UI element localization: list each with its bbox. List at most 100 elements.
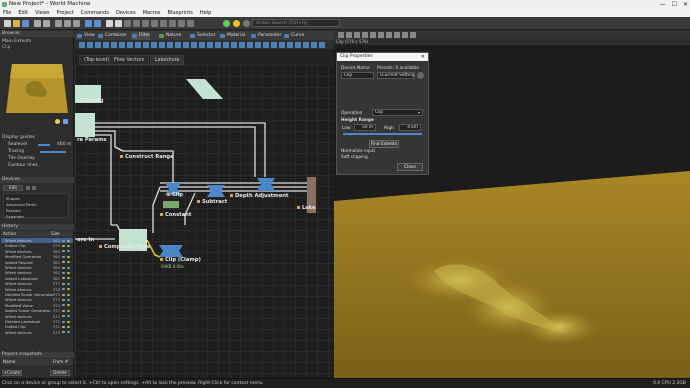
extents-icon[interactable] bbox=[133, 20, 140, 27]
node-subtract[interactable]: Subtract bbox=[197, 199, 227, 205]
palette-device-icon[interactable] bbox=[79, 42, 85, 48]
history-row[interactable]: Wired devices 377 bbox=[1, 281, 73, 286]
sealevel-slider[interactable] bbox=[38, 144, 50, 146]
device-item-expander[interactable]: Expander bbox=[6, 214, 24, 219]
minimize-button[interactable]: — bbox=[660, 0, 666, 9]
palette-device-icon[interactable] bbox=[167, 42, 173, 48]
preview-tool-icon[interactable] bbox=[346, 32, 352, 38]
palette-device-icon[interactable] bbox=[231, 42, 237, 48]
height-range-slider[interactable] bbox=[343, 133, 422, 135]
palette-device-icon[interactable] bbox=[87, 42, 93, 48]
node-constant[interactable]: Constant bbox=[160, 212, 191, 218]
menu-help[interactable]: Help bbox=[200, 9, 211, 17]
history-row[interactable]: Wired devices 376 bbox=[1, 287, 73, 292]
settings-icon[interactable] bbox=[124, 20, 131, 27]
palette-device-icon[interactable] bbox=[279, 42, 285, 48]
preview-tool-icon[interactable] bbox=[394, 32, 400, 38]
history-row[interactable]: Wired devices 382 bbox=[1, 270, 73, 275]
device-item-perlin[interactable]: Advanced Perlin bbox=[6, 202, 37, 207]
menu-project[interactable]: Project bbox=[57, 9, 74, 17]
graph-tab-lakeshore[interactable]: Lakeshore bbox=[150, 55, 185, 65]
tab-view[interactable]: View bbox=[76, 32, 95, 40]
layout-grid-icon[interactable] bbox=[142, 20, 149, 27]
palette-device-icon[interactable] bbox=[311, 42, 317, 48]
find-extents-button[interactable]: Find Extents bbox=[369, 140, 399, 148]
tab-material[interactable]: Material bbox=[219, 32, 245, 40]
palette-device-icon[interactable] bbox=[319, 42, 325, 48]
cut-icon[interactable] bbox=[55, 20, 62, 27]
sealevel-value[interactable]: 460 m bbox=[57, 142, 71, 147]
paste-icon[interactable] bbox=[73, 20, 80, 27]
palette-device-icon[interactable] bbox=[159, 42, 165, 48]
palette-device-icon[interactable] bbox=[183, 42, 189, 48]
export-icon[interactable] bbox=[187, 20, 194, 27]
palette-device-icon[interactable] bbox=[199, 42, 205, 48]
render-options-icon[interactable] bbox=[178, 20, 185, 27]
palette-device-icon[interactable] bbox=[215, 42, 221, 48]
palette-device-icon[interactable] bbox=[263, 42, 269, 48]
tile-icon[interactable] bbox=[115, 20, 122, 27]
palette-device-icon[interactable] bbox=[207, 42, 213, 48]
menu-blueprints[interactable]: Blueprints bbox=[167, 9, 192, 17]
build-world-icon[interactable] bbox=[233, 20, 240, 27]
preview-tool-icon[interactable] bbox=[370, 32, 376, 38]
palette-device-icon[interactable] bbox=[271, 42, 277, 48]
tab-nature[interactable]: Nature bbox=[158, 32, 181, 40]
preview-tool-icon[interactable] bbox=[338, 32, 344, 38]
palette-device-icon[interactable] bbox=[239, 42, 245, 48]
menu-file[interactable]: File bbox=[3, 9, 11, 17]
palette-device-icon[interactable] bbox=[143, 42, 149, 48]
history-row[interactable]: Wired devices 372 bbox=[1, 314, 73, 319]
history-row[interactable]: Wired devices 375 bbox=[1, 297, 73, 302]
device-tool-icon[interactable] bbox=[26, 186, 30, 190]
node-shore-params[interactable]: re Params bbox=[77, 137, 107, 143]
menu-views[interactable]: Views bbox=[35, 9, 49, 17]
tile-overlay-toggle[interactable]: Tile Overlay bbox=[8, 156, 35, 161]
dialog-close-button[interactable]: Close bbox=[397, 163, 423, 171]
palette-device-icon[interactable] bbox=[175, 42, 181, 48]
palette-device-icon[interactable] bbox=[287, 42, 293, 48]
operation-select[interactable]: Clip bbox=[372, 109, 423, 116]
maximize-button[interactable]: ☐ bbox=[672, 0, 677, 9]
contour-lines-toggle[interactable]: Contour lines bbox=[8, 163, 38, 168]
lock-icon[interactable] bbox=[151, 20, 158, 27]
tab-parameter[interactable]: Parameter bbox=[250, 32, 281, 40]
preview-tool-icon[interactable] bbox=[386, 32, 392, 38]
undo-icon[interactable] bbox=[34, 20, 41, 27]
dialog-close-icon[interactable]: ✕ bbox=[421, 54, 425, 60]
palette-device-icon[interactable] bbox=[303, 42, 309, 48]
tab-curve[interactable]: Curve bbox=[283, 32, 304, 40]
menu-macros[interactable]: Macros bbox=[143, 9, 161, 17]
device-item-rescale[interactable]: Rescale bbox=[6, 208, 21, 213]
copy-icon[interactable] bbox=[64, 20, 71, 27]
action-search-input[interactable]: Action Search (Ctrl+Q) bbox=[252, 19, 340, 27]
preview-tool-icon[interactable] bbox=[410, 32, 416, 38]
build-icon[interactable] bbox=[223, 20, 230, 27]
graph-canvas[interactable]: re Config re Params Construct Range Clip… bbox=[75, 65, 334, 378]
device-name-input[interactable]: Clip bbox=[341, 72, 374, 79]
node-depth-adjustment[interactable]: Depth Adjustment bbox=[230, 193, 288, 199]
palette-device-icon[interactable] bbox=[119, 42, 125, 48]
palette-device-icon[interactable] bbox=[95, 42, 101, 48]
new-icon[interactable] bbox=[4, 20, 11, 27]
palette-device-icon[interactable] bbox=[191, 42, 197, 48]
soft-clipping-toggle[interactable]: Soft clipping bbox=[341, 155, 368, 160]
gear-icon[interactable] bbox=[417, 72, 424, 79]
preview-tool-icon[interactable] bbox=[354, 32, 360, 38]
view-mode-icon[interactable] bbox=[85, 20, 92, 27]
preview-tool-icon[interactable] bbox=[378, 32, 384, 38]
menu-commands[interactable]: Commands bbox=[81, 9, 109, 17]
save-icon[interactable] bbox=[22, 20, 29, 27]
device-tool2-icon[interactable] bbox=[32, 186, 36, 190]
palette-device-icon[interactable] bbox=[151, 42, 157, 48]
open-icon[interactable] bbox=[13, 20, 20, 27]
stop-icon[interactable] bbox=[243, 20, 250, 27]
history-row[interactable]: Edited Clip 371 bbox=[1, 324, 73, 329]
menu-edit[interactable]: Edit bbox=[18, 9, 28, 17]
tracing-slider[interactable] bbox=[40, 151, 66, 153]
palette-device-icon[interactable] bbox=[127, 42, 133, 48]
close-window-button[interactable]: ✕ bbox=[683, 0, 688, 9]
graph-tab-flow-vectors[interactable]: Flow Vectors bbox=[109, 55, 150, 65]
grid-icon[interactable] bbox=[106, 20, 113, 27]
palette-device-icon[interactable] bbox=[103, 42, 109, 48]
